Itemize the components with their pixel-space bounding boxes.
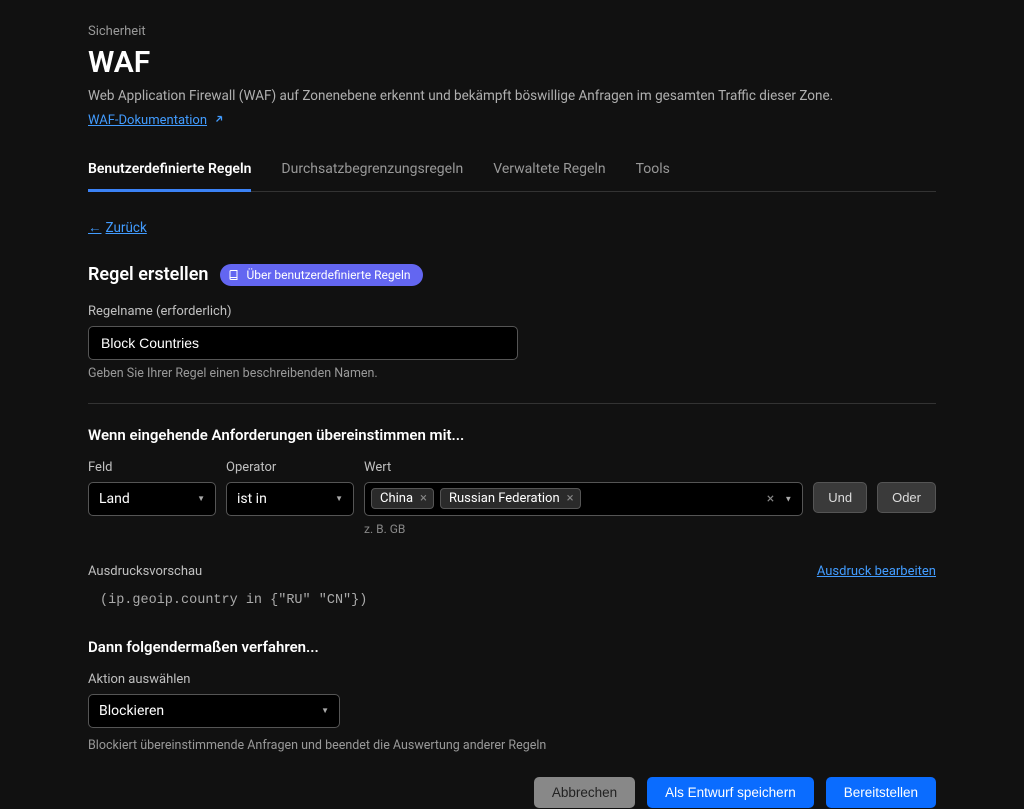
chevron-down-icon: ▼ [321,706,329,715]
back-link[interactable]: ← Zurück [88,220,147,236]
divider [88,403,936,404]
info-badge[interactable]: Über benutzerdefinierte Regeln [220,264,422,286]
create-rule-title: Regel erstellen [88,264,208,285]
edit-expression-link[interactable]: Ausdruck bearbeiten [817,564,936,579]
action-description: Blockiert übereinstimmende Anfragen und … [88,738,936,753]
field-select[interactable]: Land ▼ [88,482,216,516]
preview-label: Ausdrucksvorschau [88,564,202,579]
operator-value: ist in [237,491,267,507]
rule-name-label: Regelname (erforderlich) [88,304,936,319]
action-label: Aktion auswählen [88,672,936,687]
doc-link[interactable]: WAF-Dokumentation [88,113,225,129]
clear-all-icon[interactable]: × [767,491,774,507]
value-hint: z. B. GB [364,522,803,536]
doc-link-label: WAF-Dokumentation [88,113,207,128]
deploy-button[interactable]: Bereitstellen [826,777,936,808]
book-icon [228,269,240,281]
when-title: Wenn eingehende Anforderungen übereinsti… [88,426,936,444]
then-title: Dann folgendermaßen verfahren... [88,638,936,656]
chevron-down-icon: ▼ [784,494,792,503]
cancel-button[interactable]: Abbrechen [534,777,635,808]
value-multiselect[interactable]: China × Russian Federation × × ▼ [364,482,803,516]
action-select[interactable]: Blockieren ▼ [88,694,340,728]
and-button[interactable]: Und [813,482,867,513]
remove-chip-icon[interactable]: × [418,491,429,506]
info-badge-label: Über benutzerdefinierte Regeln [246,268,410,282]
tab-rate-limiting[interactable]: Durchsatzbegrenzungsregeln [281,149,463,191]
value-label: Wert [364,460,803,475]
expression-code: (ip.geoip.country in {"RU" "CN"}) [88,593,936,608]
chevron-down-icon: ▼ [197,494,205,503]
operator-select[interactable]: ist in ▼ [226,482,354,516]
page-description: Web Application Firewall (WAF) auf Zonen… [88,88,936,104]
tab-tools[interactable]: Tools [636,149,670,191]
value-chip: China × [371,488,434,509]
tab-managed-rules[interactable]: Verwaltete Regeln [493,149,605,191]
arrow-left-icon: ← [88,220,102,236]
save-draft-button[interactable]: Als Entwurf speichern [647,777,814,808]
tabs: Benutzerdefinierte Regeln Durchsatzbegre… [88,149,936,192]
or-button[interactable]: Oder [877,482,936,513]
back-label: Zurück [106,220,147,236]
value-chip: Russian Federation × [440,488,581,509]
breadcrumb: Sicherheit [88,24,936,39]
external-link-icon [213,113,225,129]
field-label: Feld [88,460,216,475]
remove-chip-icon[interactable]: × [565,491,576,506]
field-value: Land [99,491,130,507]
action-value: Blockieren [99,703,164,719]
page-title: WAF [88,45,936,80]
operator-label: Operator [226,460,354,475]
chip-label: Russian Federation [449,491,560,506]
rule-name-helper: Geben Sie Ihrer Regel einen beschreibend… [88,366,936,381]
tab-custom-rules[interactable]: Benutzerdefinierte Regeln [88,149,251,191]
rule-name-input[interactable] [88,326,518,360]
chip-label: China [380,491,413,506]
chevron-down-icon: ▼ [335,494,343,503]
